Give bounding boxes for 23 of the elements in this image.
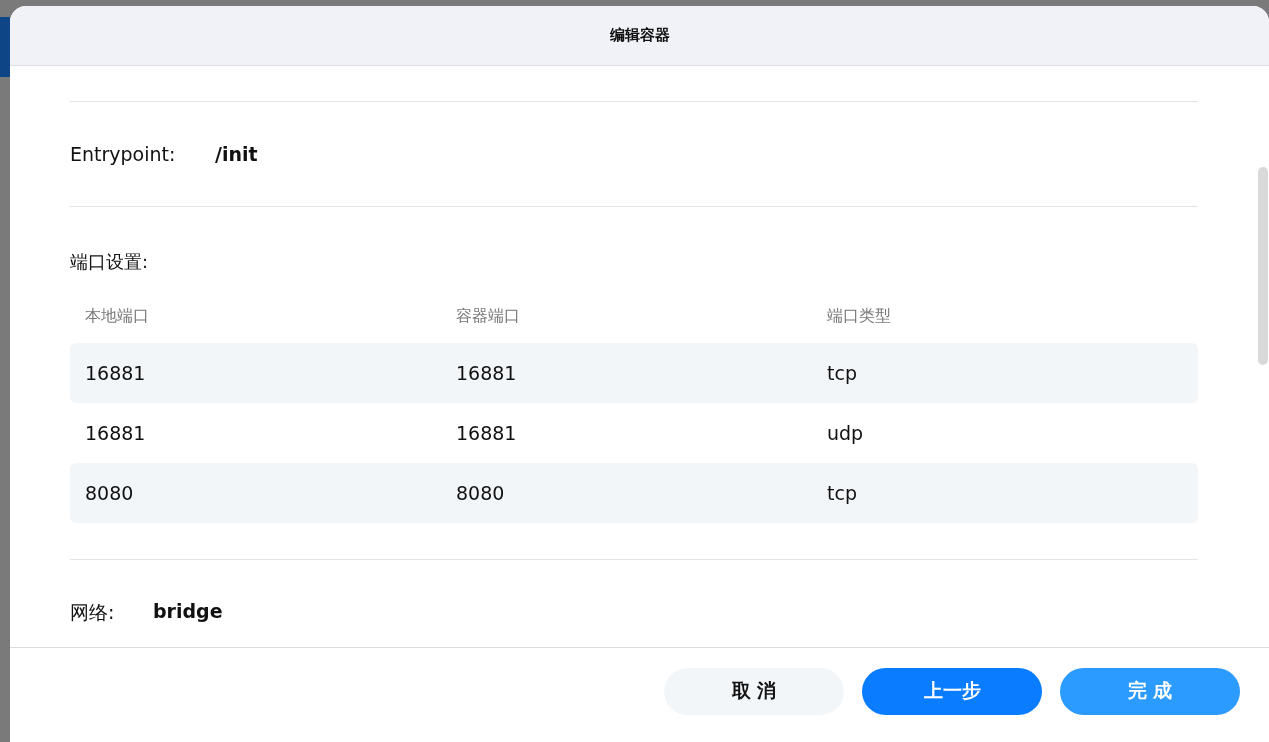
scrollbar[interactable]	[1258, 167, 1268, 365]
table-cell-text: 16881	[85, 422, 147, 444]
table-cell-text: 16881	[456, 422, 518, 444]
table-cell-text: 8080	[456, 482, 506, 504]
cancel-button[interactable]: 取 消	[664, 667, 844, 715]
network-label: 网络:	[70, 600, 116, 625]
dialog-title: 编辑容器	[609, 26, 670, 45]
table-cell-text: 16881	[85, 362, 147, 384]
table-cell-text: tcp	[827, 362, 858, 384]
column-header: 本地端口	[85, 305, 150, 327]
previous-button[interactable]: 上一步	[862, 667, 1042, 715]
network-value: bridge	[153, 600, 223, 622]
column-header: 容器端口	[456, 305, 521, 327]
table-cell-text: udp	[827, 422, 865, 444]
table-cell-text: 16881	[456, 362, 518, 384]
sidebar-strip	[0, 17, 10, 77]
table-cell-text: 8080	[85, 482, 135, 504]
entrypoint-label: Entrypoint:	[70, 143, 177, 165]
finish-button[interactable]: 完 成	[1060, 667, 1240, 715]
entrypoint-value: /init	[215, 143, 258, 165]
column-header: 端口类型	[827, 305, 892, 327]
table-cell-text: tcp	[827, 482, 858, 504]
port-settings-label: 端口设置:	[70, 250, 150, 274]
